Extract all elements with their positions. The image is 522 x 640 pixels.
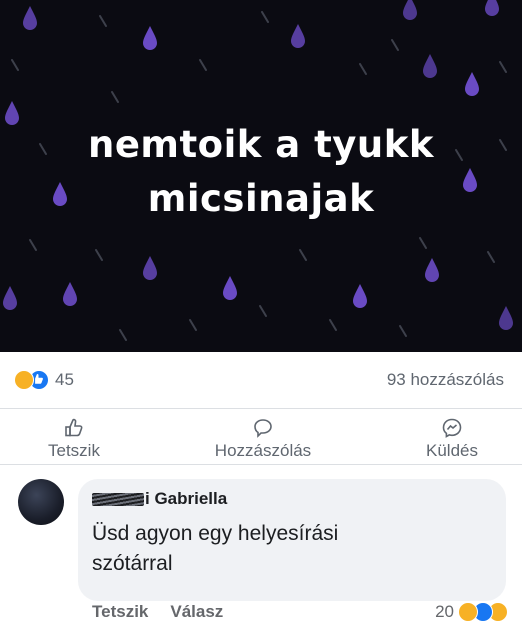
thumbs-up-icon [65,418,83,437]
comment-reaction-count: 20 [435,602,454,621]
comment-text: Üsd agyon egy helyesírási szótárral [92,522,339,575]
comment-actions: Tetszik Válasz 20 [92,599,512,625]
comment-reaction-summary[interactable]: 20 [435,602,508,622]
post-image[interactable]: nemtoik a tyukk micsinajak [0,0,522,352]
post-image-text: nemtoik a tyukk micsinajak [88,123,434,220]
comment-label: Hozzászólás [214,441,312,460]
haha-reaction-icon [14,370,34,390]
like-label: Tetszik [48,441,100,460]
like-button[interactable]: Tetszik [48,417,100,461]
reaction-summary[interactable]: 45 [14,370,74,390]
comment-bubble[interactable]: i Gabriella Üsd agyon egy helyesírási sz… [78,479,506,601]
comment-like-button[interactable]: Tetszik [92,602,148,622]
share-button[interactable]: Küldés [426,417,478,461]
comment-button[interactable]: Hozzászólás [215,417,311,461]
comment-author-name: i Gabriella [145,489,228,508]
comment-count[interactable]: 93 hozzászólás [387,370,504,390]
comment-bubble-icon [254,419,272,438]
messenger-icon [442,418,462,438]
comment-author[interactable]: i Gabriella [92,489,492,509]
comment-reply-button[interactable]: Válasz [170,602,223,622]
share-label: Küldés [426,441,478,460]
comment-section: i Gabriella Üsd agyon egy helyesírási sz… [0,464,522,640]
avatar[interactable] [18,479,64,525]
reaction-count: 45 [55,370,74,389]
redacted-name-scribble [92,492,144,506]
haha-reaction-icon [458,602,478,622]
post-stats: 45 93 hozzászólás [0,364,522,396]
post-actions: Tetszik Hozzászólás Küldés [0,408,522,464]
